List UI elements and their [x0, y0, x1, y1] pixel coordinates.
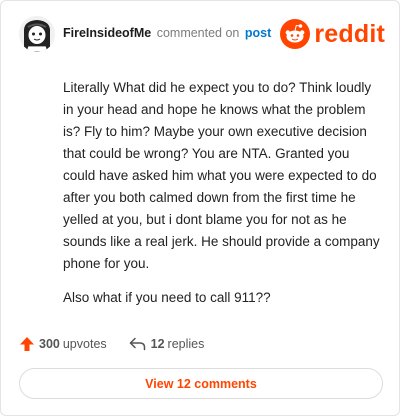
comment-paragraph: Also what if you need to call 911?? [63, 290, 271, 305]
reddit-logo-icon [280, 19, 311, 49]
view-comments-button[interactable]: View 12 comments [19, 368, 383, 399]
reply-arrow-icon [129, 337, 145, 351]
reddit-logo[interactable]: reddit [280, 17, 385, 51]
comment-meta: FireInsideofMe commented on post [63, 26, 271, 40]
upvote-count: 300 [39, 337, 60, 351]
upvote-label: upvotes [62, 337, 107, 351]
upvote-button[interactable]: 300 upvotes [19, 336, 107, 352]
comment-paragraph: Literally What did he expect you to do? … [63, 80, 380, 271]
reply-count: 12 [150, 337, 165, 351]
replies-button[interactable]: 12 replies [129, 337, 205, 351]
upvote-arrow-icon [20, 337, 34, 351]
snoo-avatar-icon[interactable] [19, 16, 55, 52]
post-link[interactable]: post [245, 26, 271, 40]
reply-label: replies [167, 337, 205, 351]
comment-card: FireInsideofMe commented on post reddit … [0, 0, 400, 416]
action-text: commented on [156, 26, 240, 40]
comment-body: Literally What did he expect you to do? … [63, 77, 381, 321]
comment-actions: 300 upvotes 12 replies [19, 334, 204, 354]
username[interactable]: FireInsideofMe [63, 26, 151, 40]
comment-header: FireInsideofMe commented on post reddit [19, 16, 385, 52]
brand-name: reddit [314, 19, 385, 48]
